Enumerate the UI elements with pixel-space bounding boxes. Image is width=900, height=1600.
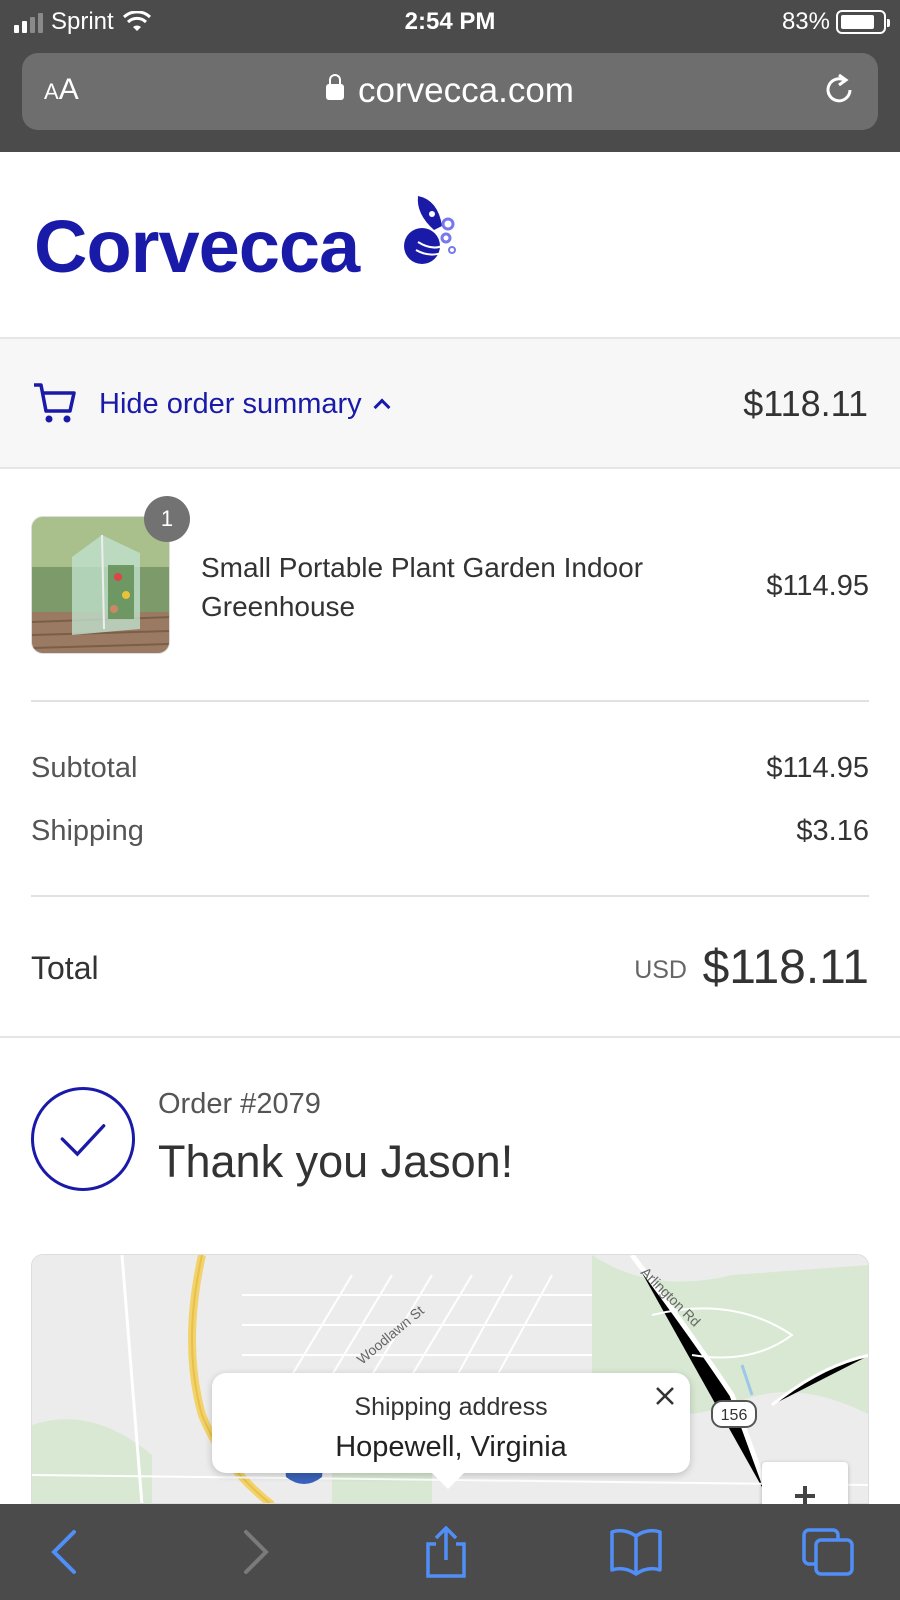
cart-icon — [34, 383, 76, 423]
url-text: corvecca.com — [358, 71, 574, 110]
section-divider — [0, 1036, 900, 1038]
share-icon[interactable] — [418, 1526, 474, 1578]
close-icon[interactable] — [652, 1383, 678, 1409]
popup-title: Shipping address — [354, 1393, 548, 1421]
status-time: 2:54 PM — [404, 8, 496, 35]
subtotal-value: $114.95 — [766, 752, 869, 784]
battery-icon — [836, 10, 890, 34]
browser-chrome: Sprint 2:54 PM 83% AA corvecca.com — [0, 0, 900, 152]
back-chevron-icon[interactable] — [38, 1526, 94, 1578]
order-summary-toggle[interactable]: Hide order summary $118.11 — [0, 339, 900, 469]
store-header: Corvecca — [0, 152, 900, 339]
address-bar[interactable]: AA corvecca.com — [22, 53, 878, 130]
shipping-label: Shipping — [31, 815, 144, 847]
order-number: Order #2079 — [158, 1088, 321, 1120]
product-thumbnail — [31, 516, 170, 654]
status-bar: Sprint 2:54 PM 83% — [0, 0, 900, 44]
currency-code: USD — [634, 956, 687, 984]
chevron-up-icon — [373, 398, 391, 416]
total-value: $118.11 — [702, 941, 869, 994]
total-row: Total USD $118.11 — [31, 940, 869, 1000]
rocket-logo-icon — [404, 196, 456, 264]
browser-toolbar — [0, 1504, 900, 1600]
hide-order-summary-link[interactable]: Hide order summary — [99, 388, 391, 421]
shipping-address-popup: Shipping address Hopewell, Virginia — [212, 1373, 690, 1489]
map-route-label: 156 — [721, 1407, 748, 1424]
url-display[interactable]: corvecca.com — [22, 71, 878, 111]
product-name: Small Portable Plant Garden Indoor Green… — [201, 552, 644, 622]
store-logo-text[interactable]: Corvecca — [34, 204, 360, 289]
reload-icon[interactable] — [822, 73, 856, 107]
quantity-badge: 1 — [144, 496, 190, 542]
divider — [31, 895, 869, 897]
bookmarks-icon[interactable] — [608, 1526, 664, 1578]
total-label: Total — [31, 950, 99, 986]
checkmark-icon — [31, 1087, 135, 1191]
divider — [31, 700, 869, 702]
popup-address: Hopewell, Virginia — [335, 1431, 567, 1463]
tabs-icon[interactable] — [800, 1526, 856, 1578]
shipping-value: $3.16 — [796, 815, 869, 847]
lock-icon — [326, 74, 345, 100]
forward-chevron-icon[interactable] — [226, 1526, 282, 1578]
subtotal-label: Subtotal — [31, 752, 138, 784]
battery-percent: 83% — [781, 8, 830, 35]
line-item: 1 Small Portable Plant Garden Indoor Gre… — [31, 496, 869, 656]
thank-you-heading: Thank you Jason! — [158, 1136, 514, 1187]
summary-total: $118.11 — [743, 383, 868, 424]
product-price: $114.95 — [766, 570, 869, 602]
